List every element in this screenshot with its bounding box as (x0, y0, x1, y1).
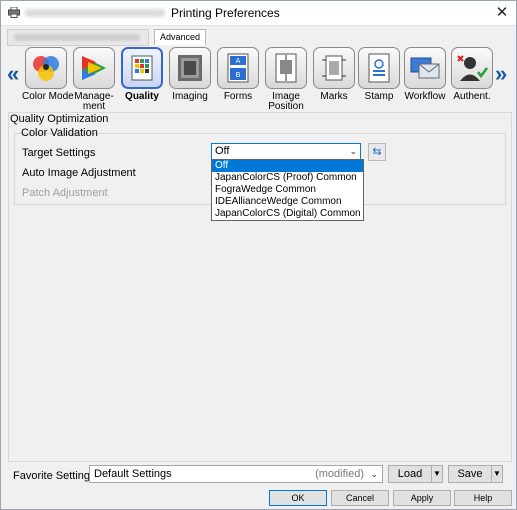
refresh-icon: ⇆ (372, 146, 382, 158)
modified-indicator: (modified) (315, 468, 364, 480)
refresh-button[interactable]: ⇆ (368, 143, 386, 161)
iconbar-label: Manage- ment (74, 91, 114, 112)
favorite-setting-select[interactable]: Default Settings (modified) ⌄ (89, 465, 383, 483)
auto-image-adjustment-label: Auto Image Adjustment (22, 167, 136, 179)
help-button[interactable]: Help (454, 490, 512, 506)
load-dropdown-button[interactable]: ▼ (431, 465, 443, 483)
iconbar-label: Forms (223, 91, 253, 102)
dropdown-option[interactable]: JapanColorCS (Proof) Common (212, 172, 363, 184)
dropdown-option[interactable]: FograWedge Common (212, 184, 363, 196)
iconbar-authentication[interactable]: Authent. (448, 47, 496, 102)
scroll-right-button[interactable]: » (495, 61, 507, 87)
window-title: Printing Preferences (171, 6, 280, 20)
iconbar-stamp[interactable]: Stamp (355, 47, 403, 102)
iconbar-forms[interactable]: A B Forms (214, 47, 262, 102)
iconbar-label: Imaging (172, 91, 208, 102)
target-settings-label: Target Settings (22, 147, 96, 159)
ok-button[interactable]: OK (269, 490, 327, 506)
favorite-setting-label: Favorite Setting (13, 470, 91, 482)
triangle-down-icon: ▼ (493, 469, 501, 478)
tab-printer-redacted[interactable] (7, 29, 149, 46)
printer-name-redacted (25, 9, 165, 17)
dropdown-option[interactable]: Off (212, 160, 363, 172)
apply-button[interactable]: Apply (393, 490, 451, 506)
favorite-setting-value: Default Settings (94, 468, 172, 480)
iconbar-label: Marks (320, 91, 348, 102)
svg-text:A: A (236, 57, 241, 65)
iconbar-label: Image Position (268, 91, 304, 112)
chevron-down-icon: ⌄ (370, 469, 378, 479)
dropdown-option[interactable]: IDEAllianceWedge Common (212, 196, 363, 208)
scroll-left-button[interactable]: « (7, 61, 19, 87)
dropdown-option[interactable]: JapanColorCS (Digital) Common (212, 208, 363, 220)
iconbar-label: Authent. (453, 91, 491, 102)
iconbar-workflow[interactable]: Workflow (401, 47, 449, 102)
patch-adjustment-label: Patch Adjustment (22, 187, 108, 199)
target-settings-value: Off (215, 145, 230, 157)
iconbar-imaging[interactable]: Imaging (166, 47, 214, 102)
marks-icon (313, 47, 355, 89)
stamp-icon (358, 47, 400, 89)
function-icon-bar: « Color Mode Manage- ment Quality Imagin… (3, 45, 514, 112)
save-dropdown-button[interactable]: ▼ (491, 465, 503, 483)
target-settings-select[interactable]: Off ⌄ (211, 143, 361, 160)
authentication-icon (451, 47, 493, 89)
printer-icon (8, 7, 20, 18)
tab-advanced[interactable]: Advanced (154, 29, 207, 45)
iconbar-image-position[interactable]: Image Position (262, 47, 310, 112)
iconbar-quality[interactable]: Quality (118, 47, 166, 102)
chevron-down-icon: ⌄ (349, 146, 357, 156)
iconbar-marks[interactable]: Marks (310, 47, 358, 102)
iconbar-management[interactable]: Manage- ment (70, 47, 118, 112)
iconbar-color-mode[interactable]: Color Mode (22, 47, 74, 102)
cancel-button[interactable]: Cancel (331, 490, 389, 506)
iconbar-label: Quality (125, 91, 159, 102)
iconbar-label: Color Mode (22, 91, 74, 102)
section-title: Quality Optimization (10, 113, 109, 125)
workflow-icon (404, 47, 446, 89)
color-mode-icon (25, 47, 67, 89)
group-title: Color Validation (21, 127, 98, 139)
iconbar-label: Stamp (364, 91, 394, 102)
save-button[interactable]: Save (448, 465, 492, 483)
printing-preferences-window: Printing Preferences ✕ Advanced « Color … (0, 0, 517, 510)
image-position-icon (265, 47, 307, 89)
triangle-down-icon: ▼ (433, 469, 441, 478)
load-button[interactable]: Load (388, 465, 432, 483)
title-bar: Printing Preferences ✕ (1, 1, 516, 26)
target-settings-dropdown-list: Off JapanColorCS (Proof) Common FograWed… (211, 159, 364, 221)
forms-icon: A B (217, 47, 259, 89)
iconbar-label: Workflow (404, 91, 446, 102)
svg-text:B: B (236, 71, 241, 79)
management-icon (73, 47, 115, 89)
quality-icon (121, 47, 163, 89)
imaging-icon (169, 47, 211, 89)
close-button[interactable]: ✕ (492, 3, 512, 23)
